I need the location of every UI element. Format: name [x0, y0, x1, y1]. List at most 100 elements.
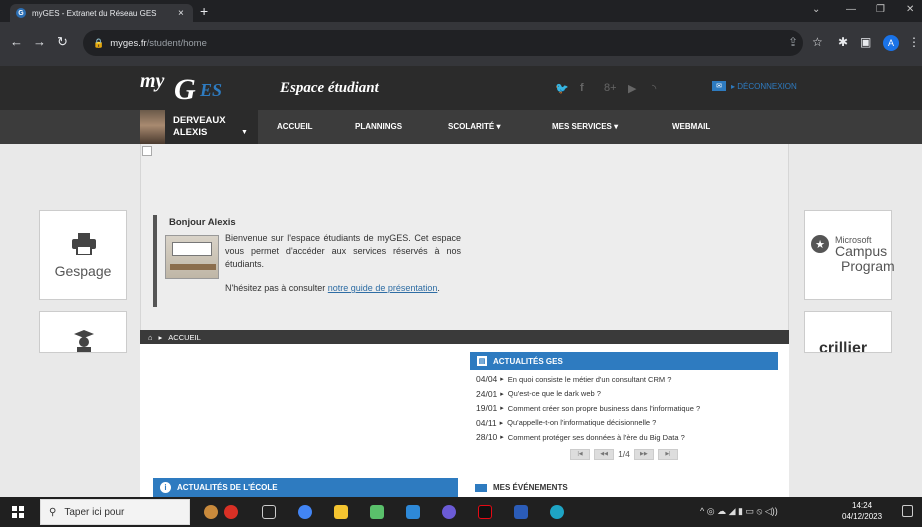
clock-time: 14:24	[852, 501, 873, 510]
share-icon[interactable]: ⇪	[788, 35, 798, 49]
netflix-icon[interactable]	[478, 505, 492, 519]
news-pager: |◀ ◀◀ 1/4 ▶▶ ▶|	[470, 448, 778, 460]
tab-search-icon[interactable]: ⌄	[812, 4, 820, 15]
rss-icon[interactable]: ◝	[652, 82, 656, 95]
logo-es[interactable]: ES	[200, 80, 222, 101]
events-title: MES ÉVÉNEMENTS	[493, 483, 568, 492]
chrome-icon[interactable]	[298, 505, 312, 519]
mail-icon: ✉	[712, 81, 726, 91]
welcome-text: Bienvenue sur l'espace étudiants de myGE…	[225, 233, 461, 269]
avatar	[140, 110, 165, 144]
caret-down-icon: ▼	[241, 129, 248, 136]
news-item[interactable]: 28/10 ▸ Comment protéger ses données à l'è…	[470, 430, 778, 445]
tagline: Espace étudiant	[280, 80, 379, 96]
edge-icon[interactable]	[550, 505, 564, 519]
task-view-icon[interactable]	[262, 505, 276, 519]
browser-tab[interactable]: G myGES - Extranet du Réseau GES ×	[10, 4, 193, 22]
tab-close-icon[interactable]: ×	[178, 8, 184, 19]
taskbar-search-input[interactable]: ⚲ Taper ici pour	[40, 499, 190, 525]
news-header: ▤ ACTUALITÉS GES	[470, 352, 778, 370]
greeting: Bonjour Alexis	[169, 217, 236, 228]
mail-app-icon[interactable]	[406, 505, 420, 519]
facebook-icon[interactable]: f	[580, 82, 584, 94]
prev-page-button[interactable]: ◀◀	[594, 448, 615, 460]
microsoft-campus-card[interactable]: ★ Microsoft Campus Program	[804, 210, 895, 300]
close-window-icon[interactable]: ✕	[906, 4, 914, 15]
broken-image-icon	[142, 146, 152, 156]
store-icon[interactable]	[370, 505, 384, 519]
word-icon[interactable]	[514, 505, 528, 519]
news-icon: ▤	[477, 356, 487, 366]
taskbar-clock[interactable]: 14:24 04/12/2023	[842, 500, 882, 522]
guide-text: N'hésitez pas à consulter notre guide de…	[225, 283, 440, 293]
school-news-title: ACTUALITÉS DE L'ÉCOLE	[177, 483, 278, 492]
info-icon: i	[160, 482, 171, 493]
school-news-header: i ACTUALITÉS DE L'ÉCOLE	[153, 478, 458, 497]
menu-item-plannings[interactable]: PLANNINGS	[355, 122, 402, 131]
last-page-button[interactable]: ▶|	[657, 448, 678, 460]
page-content: ⌂ ▸ ACCUEIL	[0, 144, 922, 497]
notification-icon[interactable]	[902, 505, 913, 517]
bookmark-star-icon[interactable]: ☆	[812, 35, 823, 49]
address-bar[interactable]: 🔒 myges.fr /student/home	[83, 30, 803, 56]
system-tray[interactable]: ^ ◎ ☁ ◢ ▮ ▭ ⦸ ◁))	[700, 506, 778, 517]
youtube-icon[interactable]: ▶	[628, 82, 636, 95]
breadcrumb: ⌂ ▸ ACCUEIL	[140, 330, 789, 344]
menu-item-scolarite[interactable]: SCOLARITÉ ▾	[448, 122, 500, 131]
profile-avatar[interactable]: A	[883, 35, 899, 51]
events-header: MES ÉVÉNEMENTS	[470, 478, 778, 497]
main-menu: DERVEAUX ALEXIS ▼ ACCUEIL PLANNINGS SCOL…	[0, 110, 922, 144]
user-dropdown[interactable]: DERVEAUX ALEXIS ▼	[140, 110, 258, 144]
tomato-app-icon[interactable]	[224, 505, 238, 519]
user-last-name: DERVEAUX	[173, 115, 226, 126]
forward-icon[interactable]: →	[33, 34, 46, 49]
gespage-card[interactable]: Gespage	[39, 210, 127, 300]
star-badge-icon: ★	[811, 235, 829, 253]
side-panel-icon[interactable]: ▣	[860, 35, 871, 49]
crillier-label: cri||ier	[819, 340, 868, 353]
site-header: my G ES Espace étudiant 🐦 f 8+ ▶ ◝ ✉ ▸ D…	[0, 66, 922, 110]
logout-label: ▸ DÉCONNEXION	[731, 81, 797, 91]
google-plus-icon[interactable]: 8+	[604, 82, 617, 94]
guide-link[interactable]: notre guide de présentation	[328, 283, 438, 293]
news-item[interactable]: 24/01 ▸ Qu'est-ce que le dark web ?	[470, 387, 778, 402]
breadcrumb-accueil[interactable]: ACCUEIL	[168, 333, 201, 342]
menu-item-webmail[interactable]: WEBMAIL	[672, 122, 710, 131]
windows-start-icon[interactable]	[12, 506, 24, 518]
crillier-card[interactable]: cri||ier	[804, 311, 892, 353]
next-page-button[interactable]: ▶▶	[633, 448, 654, 460]
news-item[interactable]: 04/11 ▸ Qu'appelle-t-on l'informatique déc…	[470, 416, 778, 431]
breadcrumb-arrow-icon: ▸	[158, 332, 163, 342]
news-item[interactable]: 19/01 ▸ Comment créer son propre business …	[470, 401, 778, 416]
printer-icon	[72, 233, 96, 255]
first-page-button[interactable]: |◀	[570, 448, 591, 460]
restore-icon[interactable]: ❐	[876, 4, 885, 15]
user-first-name: ALEXIS	[173, 127, 208, 138]
gespage-label: Gespage	[54, 263, 112, 279]
gingerbread-app-icon[interactable]	[204, 505, 218, 519]
lock-icon: 🔒	[93, 37, 105, 48]
extensions-icon[interactable]: ✱	[838, 35, 848, 49]
menu-item-services[interactable]: MES SERVICES ▾	[552, 122, 618, 131]
menu-kebab-icon[interactable]: ⋮	[908, 35, 920, 49]
news-item[interactable]: 04/04 ▸ En quoi consiste le métier d'un co…	[470, 372, 778, 387]
graduation-card[interactable]	[39, 311, 127, 353]
classroom-image	[165, 235, 219, 279]
minimize-icon[interactable]: —	[846, 4, 856, 15]
reload-icon[interactable]: ↻	[57, 34, 68, 50]
browser-tab-strip: G myGES - Extranet du Réseau GES × + ⌄ —…	[0, 0, 922, 22]
url-path: /student/home	[146, 37, 207, 49]
twitter-icon[interactable]: 🐦	[555, 82, 569, 95]
new-tab-button[interactable]: +	[200, 3, 208, 19]
logout-link[interactable]: ✉ ▸ DÉCONNEXION	[712, 81, 797, 91]
graduate-icon	[74, 330, 94, 352]
logo-my[interactable]: my	[140, 70, 164, 93]
g-favicon-icon: G	[16, 8, 26, 18]
menu-item-accueil[interactable]: ACCUEIL	[277, 122, 313, 131]
news-panel: ▤ ACTUALITÉS GES 04/04 ▸ En quoi consiste …	[470, 352, 778, 466]
program-label: Program	[841, 258, 895, 274]
discord-icon[interactable]	[442, 505, 456, 519]
file-explorer-icon[interactable]	[334, 505, 348, 519]
back-icon[interactable]: ←	[10, 34, 23, 49]
home-icon[interactable]: ⌂	[148, 333, 153, 342]
